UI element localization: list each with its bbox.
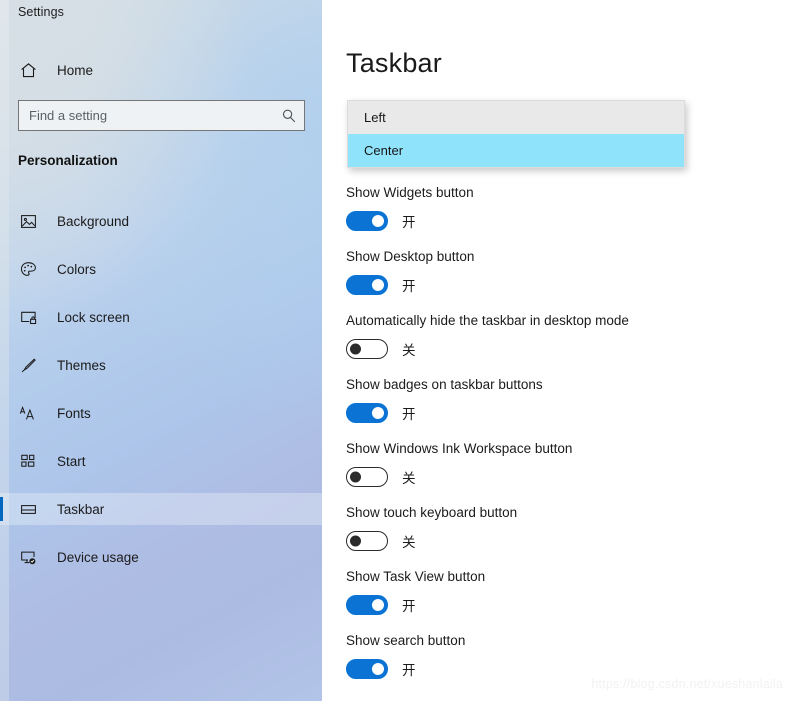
sidebar-item-colors[interactable]: Colors: [0, 253, 322, 285]
setting-label: Show Windows Ink Workspace button: [346, 441, 573, 456]
home-icon: [17, 59, 39, 81]
settings-window: Settings Home Personalization: [0, 0, 791, 701]
setting-row-show-touch-keyboard: Show touch keyboard button 关: [322, 504, 791, 551]
setting-row-show-desktop-button: Show Desktop button 开: [322, 248, 791, 295]
sidebar-item-label: Colors: [57, 261, 97, 277]
sidebar-item-lock-screen[interactable]: Lock screen: [0, 301, 322, 333]
toggle-state-label: 开: [402, 663, 416, 678]
main-panel: Taskbar Left Center Show Widgets button …: [322, 0, 791, 701]
setting-label: Show Task View button: [346, 569, 486, 584]
setting-label: Show Widgets button: [346, 185, 474, 200]
setting-label: Show search button: [346, 633, 466, 648]
toggle-knob: [372, 407, 384, 419]
picture-icon: [17, 210, 39, 232]
dropdown-option-label: Left: [364, 110, 386, 125]
sidebar-item-device-usage[interactable]: Device usage: [0, 541, 322, 573]
sidebar-item-label: Taskbar: [57, 501, 105, 517]
sidebar-item-themes[interactable]: Themes: [0, 349, 322, 381]
device-usage-icon: [17, 546, 39, 568]
page-title: Taskbar: [346, 48, 442, 78]
taskbar-icon: [17, 498, 39, 520]
sidebar-item-fonts[interactable]: Fonts: [0, 397, 322, 429]
setting-row-auto-hide-taskbar: Automatically hide the taskbar in deskto…: [322, 312, 791, 359]
search-icon[interactable]: [274, 101, 304, 130]
toggle-state-label: 开: [402, 407, 416, 422]
toggle-state-label: 关: [402, 343, 416, 358]
sidebar-item-label: Start: [57, 453, 86, 469]
toggle-switch[interactable]: [346, 211, 388, 231]
taskbar-alignment-dropdown[interactable]: Left Center: [347, 100, 685, 168]
toggle-switch[interactable]: [346, 403, 388, 423]
search-box[interactable]: [18, 100, 305, 131]
setting-label: Show touch keyboard button: [346, 505, 518, 520]
selection-indicator: [0, 497, 3, 521]
settings-list: Show Widgets button 开 Show Desktop butto…: [322, 184, 791, 696]
brush-icon: [17, 354, 39, 376]
sidebar-item-label: Background: [57, 213, 130, 229]
setting-row-show-badges: Show badges on taskbar buttons 开: [322, 376, 791, 423]
toggle-knob: [350, 471, 361, 483]
sidebar-section-heading: Personalization: [18, 153, 118, 168]
setting-row-show-task-view: Show Task View button 开: [322, 568, 791, 615]
watermark: https://blog.csdn.net/xueshanlaila: [591, 677, 783, 691]
toggle-line: 开: [322, 211, 791, 231]
sidebar-nav-list: Background Colors Lock screen Themes Fon…: [0, 205, 322, 589]
sidebar-item-taskbar[interactable]: Taskbar: [0, 493, 322, 525]
toggle-state-label: 关: [402, 471, 416, 486]
sidebar: Settings Home Personalization: [0, 0, 322, 701]
dropdown-option-left[interactable]: Left: [348, 101, 684, 134]
setting-row-show-widgets-button: Show Widgets button 开: [322, 184, 791, 231]
fonts-aa-icon: [17, 402, 39, 424]
toggle-knob: [372, 599, 384, 611]
setting-label: Automatically hide the taskbar in deskto…: [346, 313, 629, 328]
toggle-line: 开: [322, 659, 791, 679]
toggle-switch[interactable]: [346, 467, 388, 487]
toggle-switch[interactable]: [346, 275, 388, 295]
sidebar-item-home[interactable]: Home: [0, 54, 322, 86]
start-tiles-icon: [17, 450, 39, 472]
toggle-switch[interactable]: [346, 339, 388, 359]
toggle-state-label: 开: [402, 215, 416, 230]
toggle-line: 关: [322, 467, 791, 487]
toggle-line: 关: [322, 339, 791, 359]
toggle-switch[interactable]: [346, 531, 388, 551]
sidebar-item-label: Fonts: [57, 405, 91, 421]
sidebar-item-label: Lock screen: [57, 309, 130, 325]
toggle-knob: [372, 215, 384, 227]
dropdown-option-label: Center: [364, 143, 404, 158]
toggle-switch[interactable]: [346, 595, 388, 615]
setting-row-show-search-button: Show search button 开: [322, 632, 791, 679]
toggle-knob: [350, 535, 361, 547]
toggle-line: 开: [322, 403, 791, 423]
toggle-state-label: 开: [402, 599, 416, 614]
toggle-switch[interactable]: [346, 659, 388, 679]
sidebar-item-start[interactable]: Start: [0, 445, 322, 477]
dropdown-option-center[interactable]: Center: [348, 134, 684, 167]
toggle-line: 关: [322, 531, 791, 551]
setting-label: Show Desktop button: [346, 249, 475, 264]
toggle-state-label: 关: [402, 535, 416, 550]
toggle-knob: [350, 343, 361, 355]
toggle-state-label: 开: [402, 279, 416, 294]
lock-screen-icon: [17, 306, 39, 328]
toggle-knob: [372, 663, 384, 675]
toggle-line: 开: [322, 275, 791, 295]
setting-label: Show badges on taskbar buttons: [346, 377, 543, 392]
app-title: Settings: [18, 5, 64, 19]
sidebar-item-background[interactable]: Background: [0, 205, 322, 237]
sidebar-item-label: Themes: [57, 357, 106, 373]
sidebar-item-label: Device usage: [57, 549, 139, 565]
palette-icon: [17, 258, 39, 280]
setting-row-show-ink-workspace: Show Windows Ink Workspace button 关: [322, 440, 791, 487]
toggle-line: 开: [322, 595, 791, 615]
toggle-knob: [372, 279, 384, 291]
sidebar-item-home-label: Home: [57, 62, 94, 78]
search-input[interactable]: [19, 101, 274, 130]
